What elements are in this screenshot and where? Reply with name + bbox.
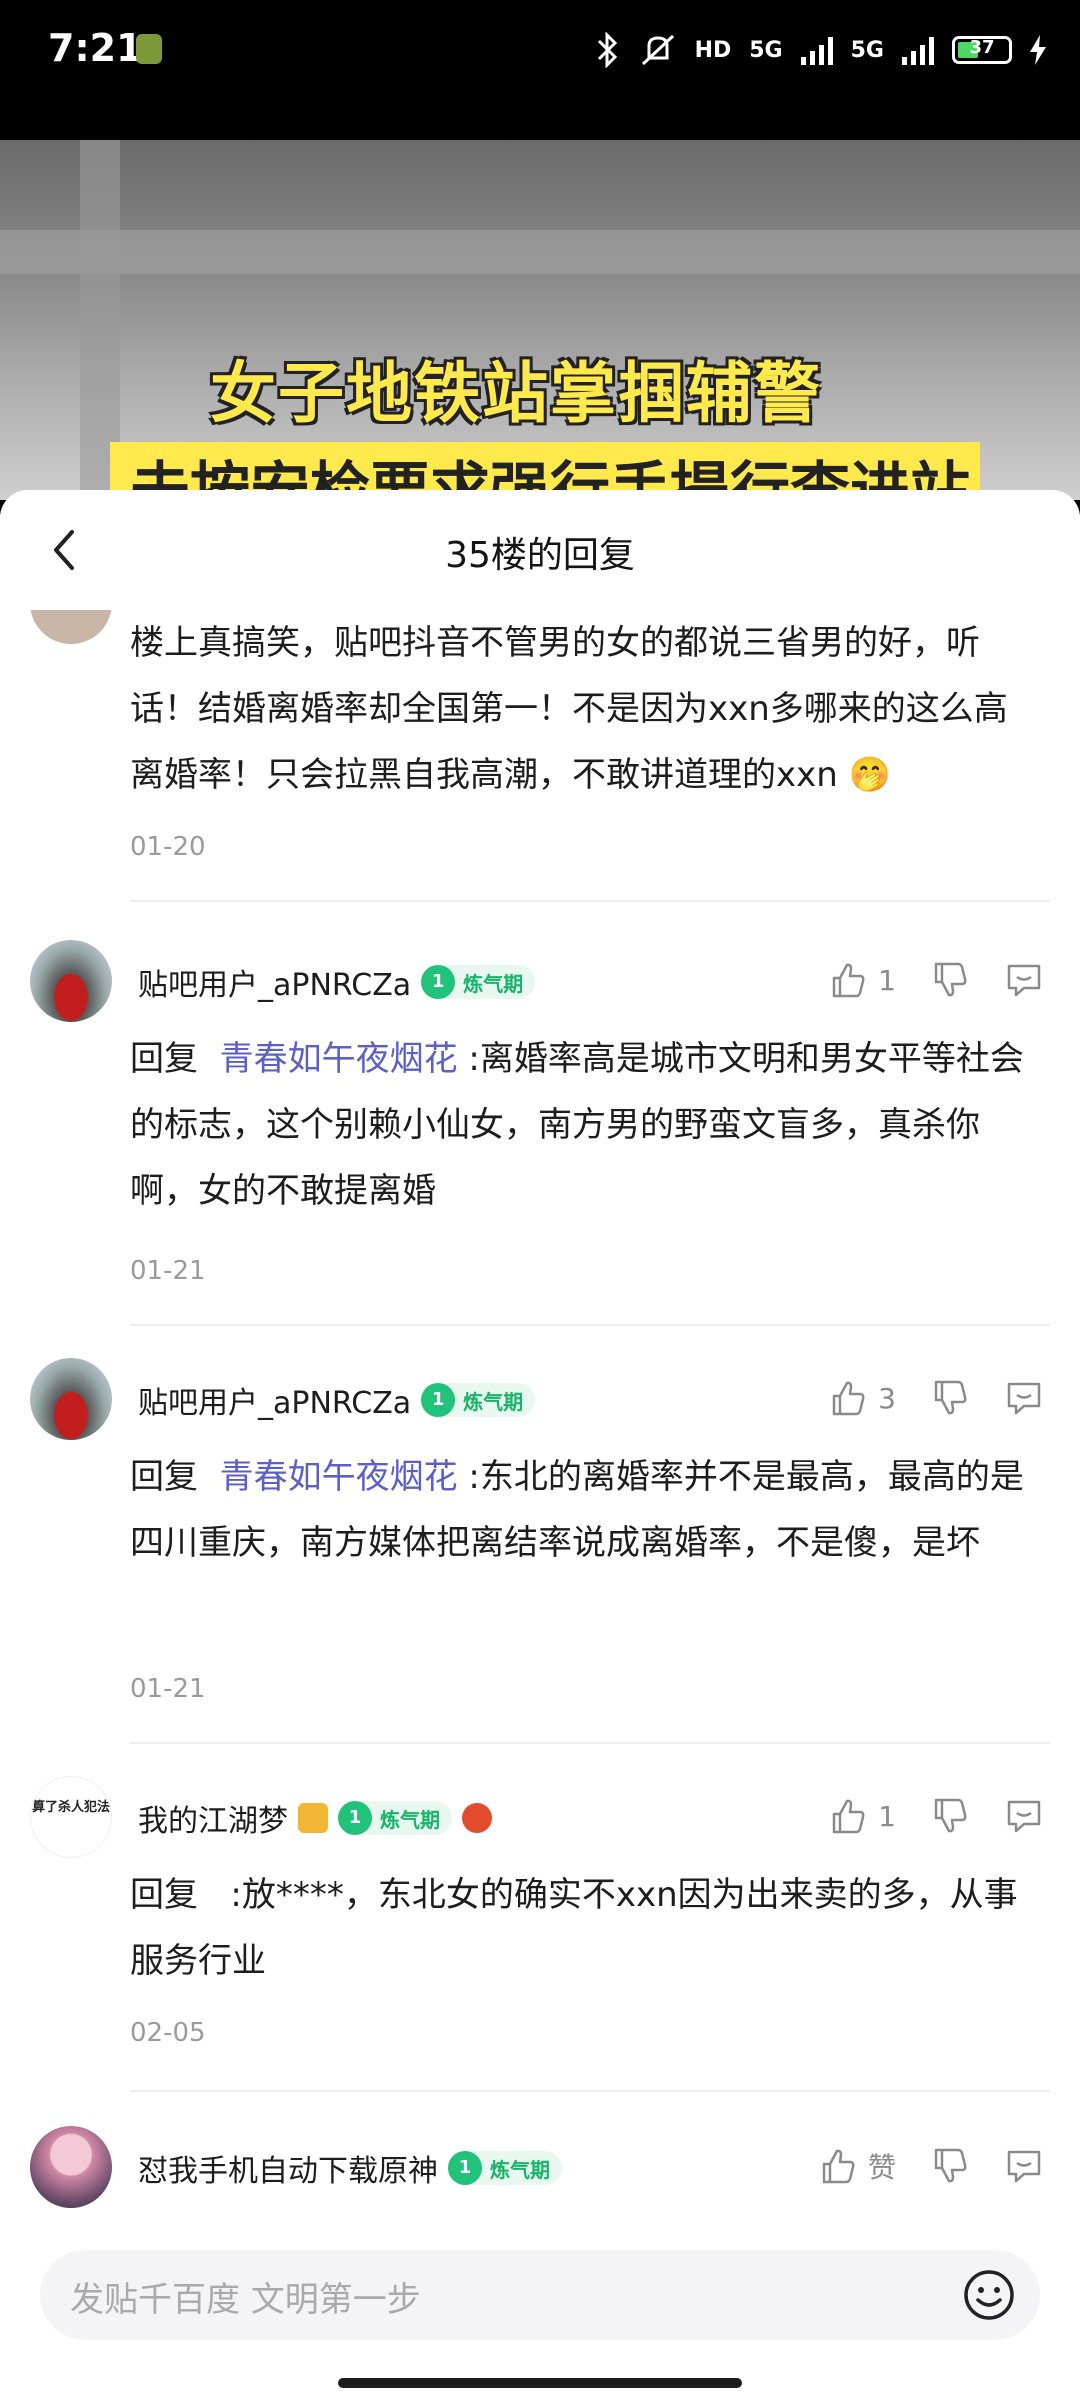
- comment-header: 怼我手机自动下载原神 1 炼气期 赞: [0, 2126, 1080, 2216]
- like-count: 赞: [867, 2151, 896, 2184]
- level-label: 炼气期: [380, 1807, 440, 1832]
- comment-actions: 1: [828, 1796, 1044, 1836]
- comment-date: 01-20: [130, 832, 206, 862]
- level-label: 炼气期: [463, 1389, 524, 1414]
- comment-text: 回复 青春如午夜烟花 :东北的离婚率并不是最高，最高的是四川重庆，南方媒体把离结…: [130, 1444, 1040, 1576]
- emoji-icon[interactable]: [962, 2268, 1016, 2322]
- username-text: 我的江湖梦: [138, 1804, 288, 1839]
- thumbs-up-icon: [832, 1799, 865, 1834]
- reply-input[interactable]: 发贴千百度 文明第一步: [40, 2250, 1040, 2340]
- level-label: 炼气期: [463, 971, 524, 996]
- comment-date: 01-21: [130, 1674, 206, 1704]
- username[interactable]: 我的江湖梦 1 炼气期: [138, 1796, 492, 1840]
- reply-to-user-link[interactable]: 青春如午夜烟花: [220, 1457, 458, 1497]
- signal-icon-2: [902, 35, 934, 65]
- username-text: 怼我手机自动下载原神: [138, 2154, 438, 2189]
- level-badge: 1 炼气期: [448, 2151, 562, 2185]
- home-indicator[interactable]: [338, 2378, 742, 2388]
- level-badge: 1 炼气期: [338, 1801, 452, 1835]
- thumbs-down-icon[interactable]: [930, 2146, 970, 2186]
- avatar[interactable]: 算了杀人犯法: [30, 1776, 112, 1858]
- reply-to-user-link[interactable]: 青春如午夜烟花: [220, 1039, 458, 1079]
- bluetooth-icon: [597, 32, 617, 68]
- battery-icon: 37: [952, 36, 1012, 64]
- level-gem-icon: 1: [448, 2151, 482, 2185]
- level-badge: 1 炼气期: [421, 965, 536, 999]
- reply-prefix: 回复: [130, 1039, 198, 1079]
- like-button[interactable]: 赞: [818, 2146, 896, 2186]
- app-notification-icon: [136, 34, 162, 64]
- reply-icon[interactable]: [1004, 1378, 1044, 1418]
- charging-icon: [1030, 35, 1046, 65]
- reply-icon[interactable]: [1004, 2146, 1044, 2186]
- comment-text: 楼上真搞笑，贴吧抖音不管男的女的都说三省男的好，听话！结婚离婚率却全国第一！不是…: [130, 623, 1008, 795]
- reply-input-bar: 发贴千百度 文明第一步: [0, 2230, 1080, 2400]
- like-button[interactable]: 1: [828, 960, 896, 1000]
- signal-icon-1: [800, 35, 833, 65]
- thumbs-up-icon: [822, 2149, 855, 2184]
- avatar[interactable]: [30, 940, 112, 1022]
- level-gem-icon: 1: [421, 965, 456, 999]
- divider: [130, 1324, 1050, 1326]
- comment-actions: 3: [828, 1378, 1044, 1418]
- comment-actions: 1: [828, 960, 1044, 1000]
- reply-prefix: 回复: [130, 1457, 198, 1497]
- mute-icon: [641, 34, 674, 66]
- like-count: 1: [878, 963, 896, 997]
- level-badge: 1 炼气期: [421, 1383, 536, 1417]
- like-count: 1: [878, 1799, 896, 1833]
- thumbs-down-icon[interactable]: [930, 960, 970, 1000]
- video-player[interactable]: 女子地铁站掌掴辅警 未按安检要求强行手提行李进站: [0, 140, 1080, 500]
- sheet-header: 35楼的回复: [0, 490, 1080, 610]
- thumbs-up-icon: [832, 963, 865, 998]
- username[interactable]: 贴吧用户_aPNRCZa 1 炼气期: [138, 1378, 536, 1422]
- level-label: 炼气期: [490, 2157, 550, 2182]
- level-gem-icon: 1: [421, 1383, 456, 1417]
- comment-header: 贴吧用户_aPNRCZa 1 炼气期 3: [0, 1358, 1080, 1448]
- like-button[interactable]: 3: [828, 1378, 896, 1418]
- status-time: 7:21: [48, 26, 143, 70]
- status-icons: HD 5G 5G 37: [595, 28, 1046, 72]
- comment-actions: 赞: [818, 2146, 1044, 2186]
- divider: [130, 2090, 1050, 2092]
- thumbs-down-icon[interactable]: [930, 1378, 970, 1418]
- comment-text: 回复 青春如午夜烟花 :离婚率高是城市文明和男女平等社会的标志，这个别赖小仙女，…: [130, 1026, 1040, 1224]
- comment-date: 01-21: [130, 1256, 206, 1286]
- username-text: 贴吧用户_aPNRCZa: [138, 1386, 412, 1421]
- like-button[interactable]: 1: [828, 1796, 896, 1836]
- thumbs-down-icon[interactable]: [930, 1796, 970, 1836]
- username[interactable]: 贴吧用户_aPNRCZa 1 炼气期: [138, 960, 536, 1004]
- sheet-title: 35楼的回复: [445, 535, 635, 576]
- game-badge-icon: [462, 1803, 492, 1833]
- reply-sheet: 35楼的回复 楼上真搞笑，贴吧抖音不管男的女的都说三省男的好，听话！结婚离婚率却…: [0, 490, 1080, 2400]
- reply-input-placeholder: 发贴千百度 文明第一步: [70, 2280, 421, 2320]
- comment-body: :放****，东北女的确实不xxn因为出来卖的多，从事服务行业: [130, 1875, 1018, 1981]
- hd-indicator: HD: [694, 37, 732, 63]
- reply-icon[interactable]: [1004, 960, 1044, 1000]
- beer-emoji-icon: [298, 1803, 328, 1833]
- username-text: 贴吧用户_aPNRCZa: [138, 968, 412, 1003]
- avatar[interactable]: [30, 1358, 112, 1440]
- thumbs-up-icon: [832, 1381, 865, 1416]
- comment-text: 回复 :放****，东北女的确实不xxn因为出来卖的多，从事服务行业: [130, 1862, 1040, 1994]
- comment-date: 02-05: [130, 2018, 206, 2048]
- video-background: [0, 230, 1080, 274]
- avatar[interactable]: [30, 2126, 112, 2208]
- video-caption-line1: 女子地铁站掌掴辅警: [210, 355, 822, 432]
- like-count: 3: [878, 1381, 896, 1415]
- status-bar: 7:21 HD 5G 5G 37: [0, 0, 1080, 140]
- network-type-2: 5G: [850, 37, 884, 63]
- divider: [130, 1742, 1050, 1744]
- username[interactable]: 怼我手机自动下载原神 1 炼气期: [138, 2146, 562, 2190]
- reply-icon[interactable]: [1004, 1796, 1044, 1836]
- comment-header: 贴吧用户_aPNRCZa 1 炼气期 1: [0, 940, 1080, 1030]
- network-type-1: 5G: [749, 37, 783, 63]
- level-gem-icon: 1: [338, 1801, 372, 1835]
- divider: [130, 900, 1050, 902]
- comment-header: 算了杀人犯法 我的江湖梦 1 炼气期 1: [0, 1776, 1080, 1866]
- reply-prefix: 回复: [130, 1875, 198, 1915]
